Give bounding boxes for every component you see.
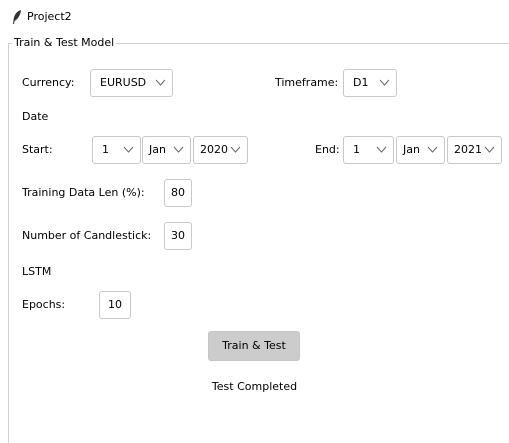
epochs-value: 10 [108,298,122,311]
chevron-down-icon [379,79,390,86]
date-label: Date [22,110,49,123]
chevron-down-icon [484,146,495,153]
start-day-value: 1 [102,143,109,156]
start-year-value: 2020 [200,143,228,156]
end-year-value: 2021 [454,143,482,156]
end-day-select[interactable]: 1 [343,136,394,164]
feather-icon [13,10,21,24]
window-title: Project2 [27,10,72,23]
chevron-down-icon [123,146,134,153]
training-len-input[interactable]: 80 [164,179,192,207]
frame-label: Train & Test Model [12,36,117,50]
training-len-label: Training Data Len (%): [22,186,145,199]
start-year-select[interactable]: 2020 [193,136,248,164]
start-month-value: Jan [149,143,166,156]
candlesticks-label: Number of Candlestick: [22,229,152,242]
training-len-value: 80 [171,186,185,199]
lstm-label: LSTM [22,265,52,278]
train-test-button[interactable]: Train & Test [208,331,300,361]
candlesticks-value: 30 [171,229,185,242]
candlesticks-input[interactable]: 30 [164,222,192,250]
epochs-label: Epochs: [22,298,66,311]
chevron-down-icon [155,79,166,86]
epochs-input[interactable]: 10 [99,291,131,319]
start-day-select[interactable]: 1 [92,136,141,164]
chevron-down-icon [427,146,438,153]
timeframe-select[interactable]: D1 [343,69,397,97]
start-month-select[interactable]: Jan [142,136,191,164]
timeframe-value: D1 [353,76,369,89]
start-label: Start: [22,143,53,156]
chevron-down-icon [173,146,184,153]
end-month-select[interactable]: Jan [396,136,445,164]
end-day-value: 1 [353,143,360,156]
title-bar [0,0,509,32]
currency-value: EURUSD [100,76,147,89]
end-month-value: Jan [403,143,420,156]
end-year-select[interactable]: 2021 [447,136,502,164]
status-text: Test Completed [211,380,298,393]
currency-label: Currency: [22,76,75,89]
end-label: End: [315,143,340,156]
chevron-down-icon [230,146,241,153]
timeframe-label: Timeframe: [275,76,339,89]
chevron-down-icon [376,146,387,153]
currency-select[interactable]: EURUSD [90,69,173,97]
